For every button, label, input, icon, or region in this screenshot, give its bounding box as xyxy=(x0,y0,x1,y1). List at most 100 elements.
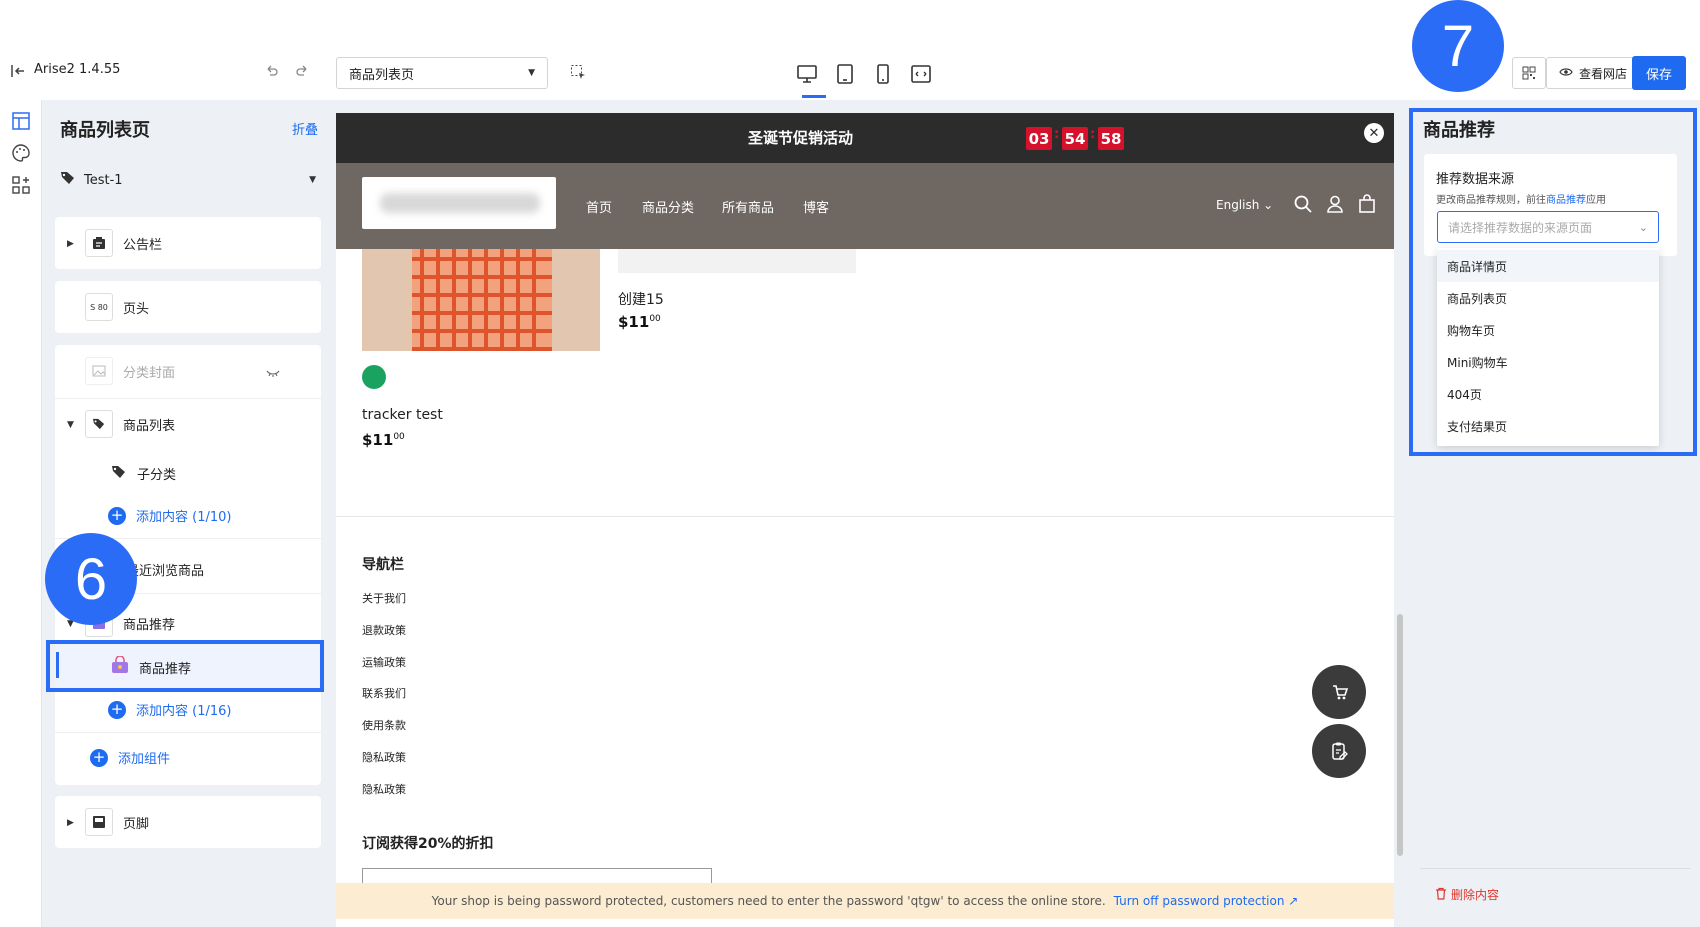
footer-link[interactable]: 隐私政策 xyxy=(362,781,406,797)
promo-text: 圣诞节促销活动 xyxy=(748,129,854,147)
tag-icon xyxy=(85,410,113,438)
section-footer-label: 页脚 xyxy=(123,816,150,832)
cart-icon[interactable] xyxy=(1358,194,1376,217)
product-image[interactable] xyxy=(362,249,600,351)
mobile-icon[interactable] xyxy=(869,60,897,88)
tablet-icon[interactable] xyxy=(831,60,859,88)
delete-content-label: 删除内容 xyxy=(1451,888,1500,902)
recommend-app-link[interactable]: 商品推荐 xyxy=(1546,195,1586,206)
caret-right-icon[interactable]: ▶ xyxy=(67,239,75,249)
delete-content-link[interactable]: 删除内容 xyxy=(1435,886,1499,903)
divider xyxy=(55,398,321,399)
exit-icon[interactable] xyxy=(8,60,28,82)
divider xyxy=(336,516,1394,517)
footer-link[interactable]: 关于我们 xyxy=(362,590,406,606)
language-select[interactable]: English ⌄ xyxy=(1216,198,1273,212)
float-cart-button[interactable] xyxy=(1312,665,1366,719)
countdown-sep: : xyxy=(1090,127,1096,142)
color-swatch[interactable] xyxy=(362,365,386,389)
caret-right-icon[interactable]: ▶ xyxy=(67,818,75,828)
fullscreen-icon[interactable] xyxy=(907,60,935,88)
page-select[interactable]: 商品列表页 ▼ xyxy=(336,57,548,89)
section-announcement-row[interactable]: ▶ 公告栏 xyxy=(67,229,162,257)
footer-link[interactable]: 运输政策 xyxy=(362,654,406,670)
countdown-sep: : xyxy=(1054,127,1060,142)
section-announcement-label: 公告栏 xyxy=(123,237,163,253)
countdown-hours: 03 xyxy=(1026,127,1052,150)
data-source-help: 更改商品推荐规则，前往商品推荐应用 xyxy=(1436,195,1606,206)
preview-scrollbar[interactable] xyxy=(1397,614,1403,856)
collapse-link[interactable]: 折叠 xyxy=(292,119,318,138)
view-store-button[interactable]: 查看网店 xyxy=(1546,57,1640,89)
section-category-cover-row[interactable]: 分类封面 xyxy=(85,357,175,385)
account-icon[interactable] xyxy=(1326,195,1344,217)
float-clipboard-button[interactable] xyxy=(1312,724,1366,778)
view-store-label: 查看网店 xyxy=(1578,66,1627,81)
footer-link[interactable]: 隐私政策 xyxy=(362,749,406,765)
caret-down-icon: ▼ xyxy=(528,68,535,78)
save-button[interactable]: 保存 xyxy=(1632,56,1686,90)
undo-icon[interactable] xyxy=(262,60,282,82)
add-component-link[interactable]: + 添加组件 xyxy=(90,748,170,767)
qr-code-button[interactable] xyxy=(1512,57,1546,89)
eye-icon xyxy=(1559,66,1573,80)
redo-icon[interactable] xyxy=(292,60,312,82)
external-link-icon: ↗ xyxy=(1288,894,1299,908)
block-recommend-label: 商品推荐 xyxy=(139,661,192,677)
footer-link[interactable]: 联系我们 xyxy=(362,685,406,701)
chevron-down-icon: ⌄ xyxy=(1638,220,1648,234)
close-icon[interactable]: ✕ xyxy=(1364,123,1384,143)
product-price: $1100 xyxy=(618,313,661,331)
block-subcategory-row[interactable]: 子分类 xyxy=(111,464,176,483)
select-element-icon[interactable] xyxy=(566,60,590,84)
product-price: $1100 xyxy=(362,431,405,449)
section-footer-row[interactable]: ▶ 页脚 xyxy=(67,808,149,836)
add-component-label: 添加组件 xyxy=(118,752,171,767)
store-preview[interactable]: 圣诞节促销活动 03 : 54 : 58 ✕ 首页 商品分类 所有商品 博客 E… xyxy=(336,113,1394,927)
layout-icon[interactable] xyxy=(8,108,34,134)
section-header-row[interactable]: S 80 页头 xyxy=(85,293,149,321)
section-product-list-label: 商品列表 xyxy=(123,418,176,434)
caret-down-icon[interactable]: ▼ xyxy=(67,420,75,430)
apps-icon[interactable] xyxy=(8,172,34,198)
shopping-cart-icon xyxy=(1333,685,1349,700)
footer-link[interactable]: 退款政策 xyxy=(362,622,406,638)
product-image-placeholder[interactable] xyxy=(618,249,856,273)
caret-down-icon: ▼ xyxy=(309,175,316,185)
option-product-detail[interactable]: 商品详情页 xyxy=(1437,250,1659,282)
plus-circle-icon: + xyxy=(90,748,108,767)
footer-link[interactable]: 使用条款 xyxy=(362,717,406,733)
nav-link-all-products[interactable]: 所有商品 xyxy=(722,197,774,216)
store-header: 首页 商品分类 所有商品 博客 English ⌄ xyxy=(336,163,1394,249)
divider xyxy=(1420,868,1690,869)
section-product-list-row[interactable]: ▼ 商品列表 xyxy=(67,410,175,438)
section-recently-viewed-row[interactable]: 最近浏览商品 xyxy=(126,560,204,579)
nav-link-home[interactable]: 首页 xyxy=(586,197,612,216)
icon-rail xyxy=(0,100,42,927)
nav-link-blog[interactable]: 博客 xyxy=(803,197,829,216)
add-content-recommend-link[interactable]: + 添加内容 (1/16) xyxy=(108,700,231,719)
template-select[interactable]: Test-1 ▼ xyxy=(60,168,316,192)
template-value: Test-1 xyxy=(84,172,123,188)
turn-off-password-link[interactable]: Turn off password protection ↗ xyxy=(1114,894,1299,908)
store-logo[interactable] xyxy=(362,177,556,229)
data-source-select[interactable]: 请选择推荐数据的来源页面 ⌄ xyxy=(1437,211,1659,243)
product-title[interactable]: 创建15 xyxy=(618,289,664,309)
section-recommend-label: 商品推荐 xyxy=(123,617,176,633)
option-product-list[interactable]: 商品列表页 xyxy=(1437,282,1659,314)
product-title[interactable]: tracker test xyxy=(362,407,443,423)
nav-link-categories[interactable]: 商品分类 xyxy=(642,197,694,216)
option-404[interactable]: 404页 xyxy=(1437,378,1659,410)
search-icon[interactable] xyxy=(1294,195,1312,217)
theme-palette-icon[interactable] xyxy=(8,140,34,166)
clipboard-edit-icon xyxy=(1332,742,1348,760)
option-mini-cart[interactable]: Mini购物车 xyxy=(1437,346,1659,378)
option-cart[interactable]: 购物车页 xyxy=(1437,314,1659,346)
eye-hidden-icon[interactable] xyxy=(266,366,280,381)
add-content-list-link[interactable]: + 添加内容 (1/10) xyxy=(108,506,231,525)
countdown-seconds: 58 xyxy=(1098,127,1124,150)
add-content-list-label: 添加内容 (1/10) xyxy=(136,510,232,525)
block-recommend-row[interactable]: 商品推荐 xyxy=(111,655,192,678)
option-payment-result[interactable]: 支付结果页 xyxy=(1437,410,1659,442)
desktop-icon[interactable] xyxy=(793,60,821,88)
